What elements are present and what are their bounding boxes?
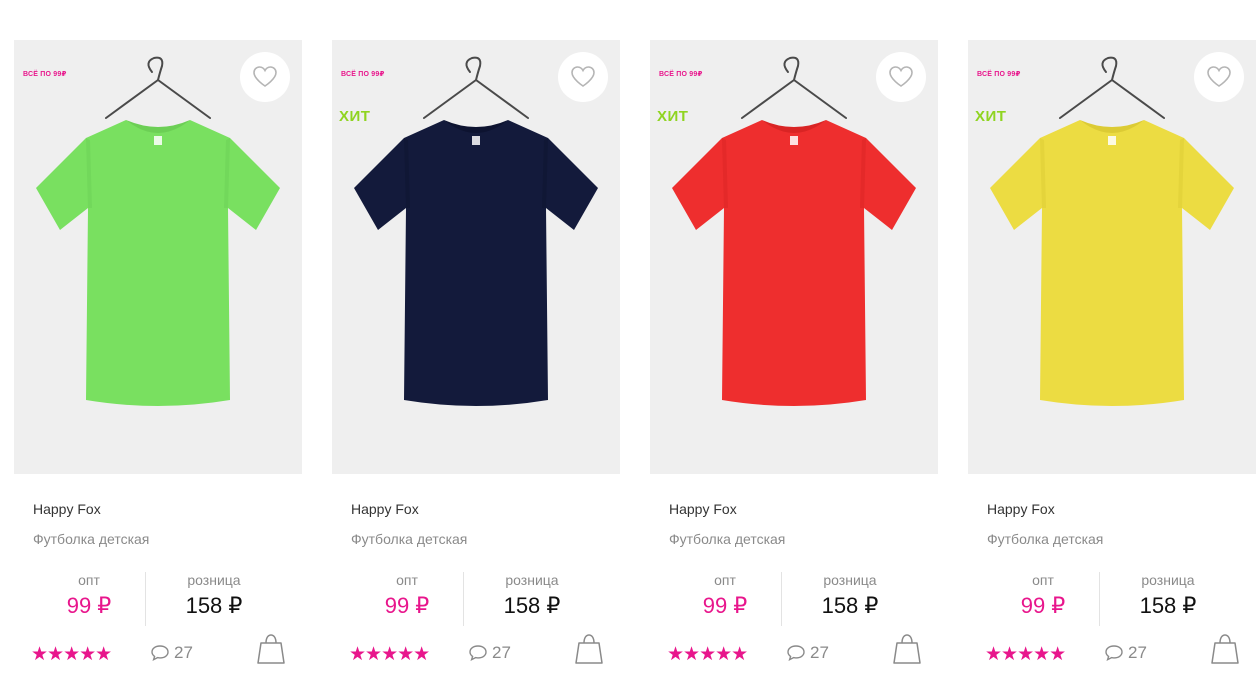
price-divider	[463, 572, 464, 626]
product-brand[interactable]: Happy Fox	[33, 501, 101, 517]
tshirt-image	[354, 56, 598, 406]
hanger-icon	[105, 56, 211, 119]
comments-link[interactable]: 27	[468, 643, 511, 663]
shopping-bag-icon	[257, 634, 285, 664]
heart-icon	[253, 66, 277, 87]
wholesale-value: 99 ₽	[384, 593, 430, 618]
wholesale-label: опт	[396, 572, 418, 588]
wholesale-value: 99 ₽	[1020, 593, 1066, 618]
wholesale-price: опт 99 ₽	[44, 572, 134, 621]
tshirt-image	[990, 56, 1234, 406]
product-image[interactable]: ВСЁ ПО 99₽ ХИТ	[650, 40, 938, 474]
comments-count: 27	[492, 643, 511, 662]
add-to-cart-button[interactable]	[1210, 632, 1240, 671]
product-title[interactable]: Футболка детская	[33, 531, 149, 547]
promo-label: ВСЁ ПО 99₽	[23, 71, 67, 78]
wholesale-price: опт 99 ₽	[680, 572, 770, 621]
retail-price: розница 158 ₽	[795, 572, 905, 621]
wholesale-price: опт 99 ₽	[362, 572, 452, 621]
promo-label: ВСЁ ПО 99₽	[977, 71, 1021, 78]
shopping-bag-icon	[575, 634, 603, 664]
wholesale-value: 99 ₽	[702, 593, 748, 618]
shopping-bag-icon	[893, 634, 921, 664]
retail-label: розница	[505, 572, 559, 588]
comment-icon	[469, 645, 487, 661]
rating-stars: ★★★★★	[349, 644, 430, 665]
hanger-icon	[741, 56, 847, 119]
comments-count: 27	[1128, 643, 1147, 662]
wholesale-label: опт	[78, 572, 100, 588]
retail-label: розница	[1141, 572, 1195, 588]
retail-label: розница	[823, 572, 877, 588]
product-brand[interactable]: Happy Fox	[351, 501, 419, 517]
rating-stars: ★★★★★	[31, 644, 112, 665]
comments-link[interactable]: 27	[150, 643, 193, 663]
product-title[interactable]: Футболка детская	[669, 531, 785, 547]
product-image[interactable]: ВСЁ ПО 99₽ ХИТ	[332, 40, 620, 474]
retail-value: 158 ₽	[821, 593, 879, 618]
hit-badge: ХИТ	[339, 108, 371, 125]
favorite-button[interactable]	[876, 52, 926, 102]
wholesale-value: 99 ₽	[66, 593, 112, 618]
hit-badge: ХИТ	[975, 108, 1007, 125]
price-block: опт 99 ₽ розница 158 ₽	[14, 572, 302, 626]
product-brand[interactable]: Happy Fox	[987, 501, 1055, 517]
promo-label: ВСЁ ПО 99₽	[341, 71, 385, 78]
heart-icon	[889, 66, 913, 87]
favorite-button[interactable]	[240, 52, 290, 102]
price-block: опт 99 ₽ розница 158 ₽	[968, 572, 1256, 626]
heart-icon	[1207, 66, 1231, 87]
price-divider	[1099, 572, 1100, 626]
retail-price: розница 158 ₽	[159, 572, 269, 621]
product-grid: ВСЁ ПО 99₽ Happy Fox Футболка детская оп…	[14, 40, 1256, 665]
retail-price: розница 158 ₽	[1113, 572, 1223, 621]
price-block: опт 99 ₽ розница 158 ₽	[650, 572, 938, 626]
retail-value: 158 ₽	[1139, 593, 1197, 618]
product-title[interactable]: Футболка детская	[987, 531, 1103, 547]
price-divider	[781, 572, 782, 626]
price-block: опт 99 ₽ розница 158 ₽	[332, 572, 620, 626]
comments-link[interactable]: 27	[786, 643, 829, 663]
comments-count: 27	[174, 643, 193, 662]
add-to-cart-button[interactable]	[574, 632, 604, 671]
rating-stars: ★★★★★	[667, 644, 748, 665]
retail-price: розница 158 ₽	[477, 572, 587, 621]
retail-value: 158 ₽	[503, 593, 561, 618]
product-card[interactable]: ВСЁ ПО 99₽ ХИТ Happy Fox Футболка детска…	[332, 40, 620, 665]
wholesale-label: опт	[714, 572, 736, 588]
promo-label: ВСЁ ПО 99₽	[659, 71, 703, 78]
comments-count: 27	[810, 643, 829, 662]
shopping-bag-icon	[1211, 634, 1239, 664]
tshirt-image	[672, 56, 916, 406]
hanger-icon	[1059, 56, 1165, 119]
price-divider	[145, 572, 146, 626]
comment-icon	[151, 645, 169, 661]
retail-value: 158 ₽	[185, 593, 243, 618]
hit-badge: ХИТ	[657, 108, 689, 125]
add-to-cart-button[interactable]	[892, 632, 922, 671]
product-image[interactable]: ВСЁ ПО 99₽ ХИТ	[968, 40, 1256, 474]
hanger-icon	[423, 56, 529, 119]
product-card[interactable]: ВСЁ ПО 99₽ ХИТ Happy Fox Футболка детска…	[650, 40, 938, 665]
rating-stars: ★★★★★	[985, 644, 1066, 665]
comment-icon	[1105, 645, 1123, 661]
favorite-button[interactable]	[1194, 52, 1244, 102]
wholesale-price: опт 99 ₽	[998, 572, 1088, 621]
comment-icon	[787, 645, 805, 661]
product-card[interactable]: ВСЁ ПО 99₽ Happy Fox Футболка детская оп…	[14, 40, 302, 665]
wholesale-label: опт	[1032, 572, 1054, 588]
product-brand[interactable]: Happy Fox	[669, 501, 737, 517]
product-image[interactable]: ВСЁ ПО 99₽	[14, 40, 302, 474]
favorite-button[interactable]	[558, 52, 608, 102]
comments-link[interactable]: 27	[1104, 643, 1147, 663]
product-card[interactable]: ВСЁ ПО 99₽ ХИТ Happy Fox Футболка детска…	[968, 40, 1256, 665]
add-to-cart-button[interactable]	[256, 632, 286, 671]
tshirt-image	[36, 56, 280, 406]
product-title[interactable]: Футболка детская	[351, 531, 467, 547]
retail-label: розница	[187, 572, 241, 588]
heart-icon	[571, 66, 595, 87]
